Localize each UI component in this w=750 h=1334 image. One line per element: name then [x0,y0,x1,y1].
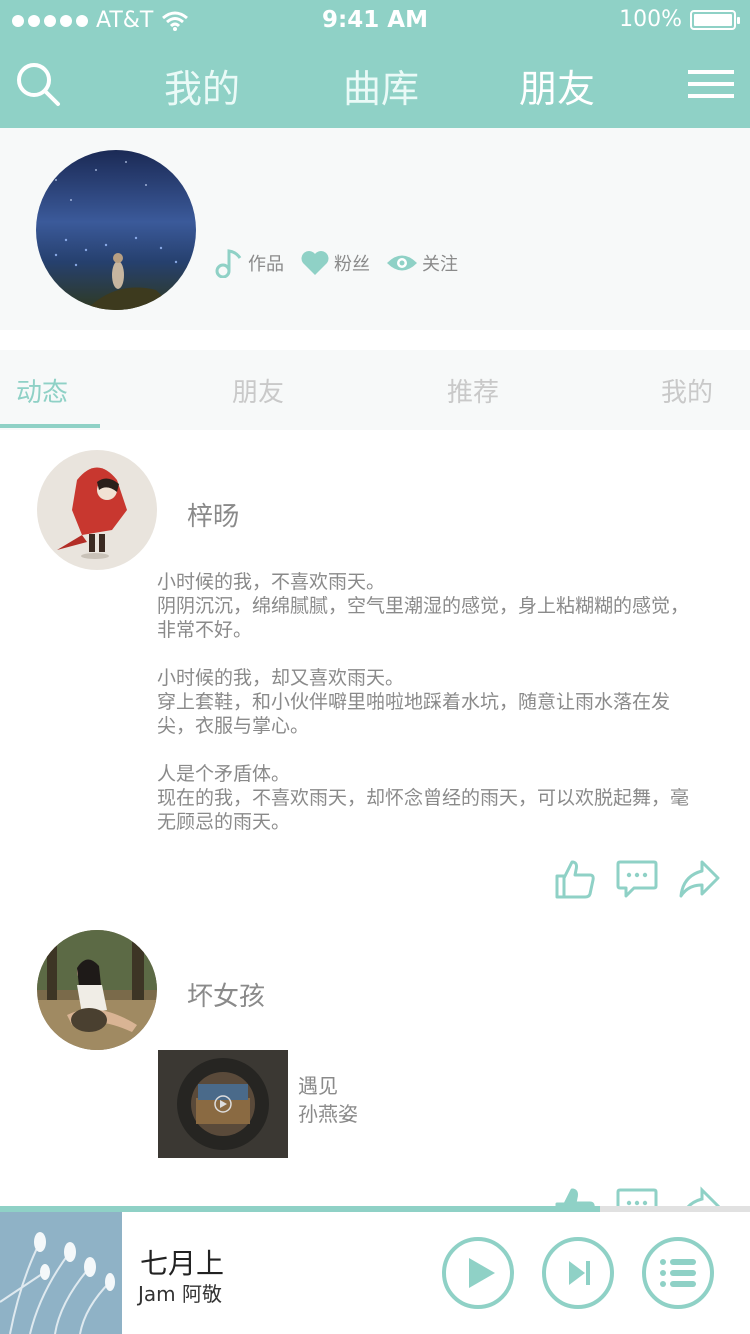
post-text: 小时候的我，不喜欢雨天。 阴阴沉沉，绵绵腻腻，空气里潮湿的感觉，身上粘糊糊的感觉… [157,570,707,858]
nav-tab-library[interactable]: 曲库 [343,58,419,113]
tab-activity[interactable]: 动态 [16,372,68,409]
song-cover [158,1050,288,1158]
nav-tab-friends[interactable]: 朋友 [519,58,595,113]
playlist-button[interactable] [641,1236,715,1310]
post-actions [554,858,720,900]
song-artist: 孙燕姿 [298,1102,358,1126]
play-button[interactable] [441,1236,515,1310]
post-username[interactable]: 坏女孩 [187,976,265,1013]
post-avatar[interactable] [37,450,157,570]
mini-player: 七月上 Jam 阿敬 [0,1212,750,1334]
app-header: AT&T 9:41 AM 100% 我的 曲库 朋友 [0,0,750,128]
battery-icon [690,9,740,30]
music-note-icon [215,249,242,278]
thumbs-up-icon[interactable] [554,858,596,900]
comment-icon[interactable] [616,858,658,900]
profile-stats: 作品 粉丝 关注 [214,248,458,278]
battery-percent: 100% [619,7,682,32]
post-username[interactable]: 梓旸 [187,496,239,533]
post-paragraph: 人是个矛盾体。 现在的我，不喜欢雨天，却怀念曾经的雨天，可以欢脱起舞，毫无顾忌的… [157,763,690,833]
search-icon[interactable] [14,60,62,108]
profile-section: 作品 粉丝 关注 [0,128,750,330]
stat-fans[interactable]: 粉丝 [300,250,370,276]
top-nav: 我的 曲库 朋友 [0,44,750,128]
active-tab-indicator [0,424,100,428]
now-playing-title: 七月上 [140,1247,225,1280]
next-track-button[interactable] [541,1236,615,1310]
status-bar: AT&T 9:41 AM 100% [0,0,750,40]
eye-icon [387,255,417,271]
tab-friends[interactable]: 朋友 [232,372,284,409]
shared-song-card[interactable]: 遇见 孙燕姿 [158,1050,358,1158]
menu-icon[interactable] [688,66,734,102]
stat-works[interactable]: 作品 [214,248,284,278]
stat-fans-label: 粉丝 [334,254,370,275]
profile-avatar[interactable] [36,150,196,310]
post-avatar[interactable] [37,930,157,1050]
stat-following[interactable]: 关注 [386,250,458,276]
share-icon[interactable] [678,858,720,900]
tab-mine[interactable]: 我的 [661,372,713,409]
tab-recommend[interactable]: 推荐 [447,372,499,409]
song-title: 遇见 [298,1074,338,1098]
post-paragraph: 小时候的我，却又喜欢雨天。 穿上套鞋，和小伙伴噼里啪啦地踩着水坑，随意让雨水落在… [157,667,671,737]
stat-works-label: 作品 [248,254,284,275]
post-paragraph: 小时候的我，不喜欢雨天。 阴阴沉沉，绵绵腻腻，空气里潮湿的感觉，身上粘糊糊的感觉… [157,571,690,641]
friends-feed-screen: AT&T 9:41 AM 100% 我的 曲库 朋友 作品 粉丝 关注 动态 朋… [0,0,750,1334]
now-playing-artist: Jam 阿敬 [138,1282,222,1306]
heart-icon [301,251,329,275]
nav-tab-mine[interactable]: 我的 [164,58,240,113]
now-playing-cover[interactable] [0,1212,122,1334]
sub-tabs: 动态 朋友 推荐 我的 [0,350,750,430]
stat-following-label: 关注 [422,254,458,275]
